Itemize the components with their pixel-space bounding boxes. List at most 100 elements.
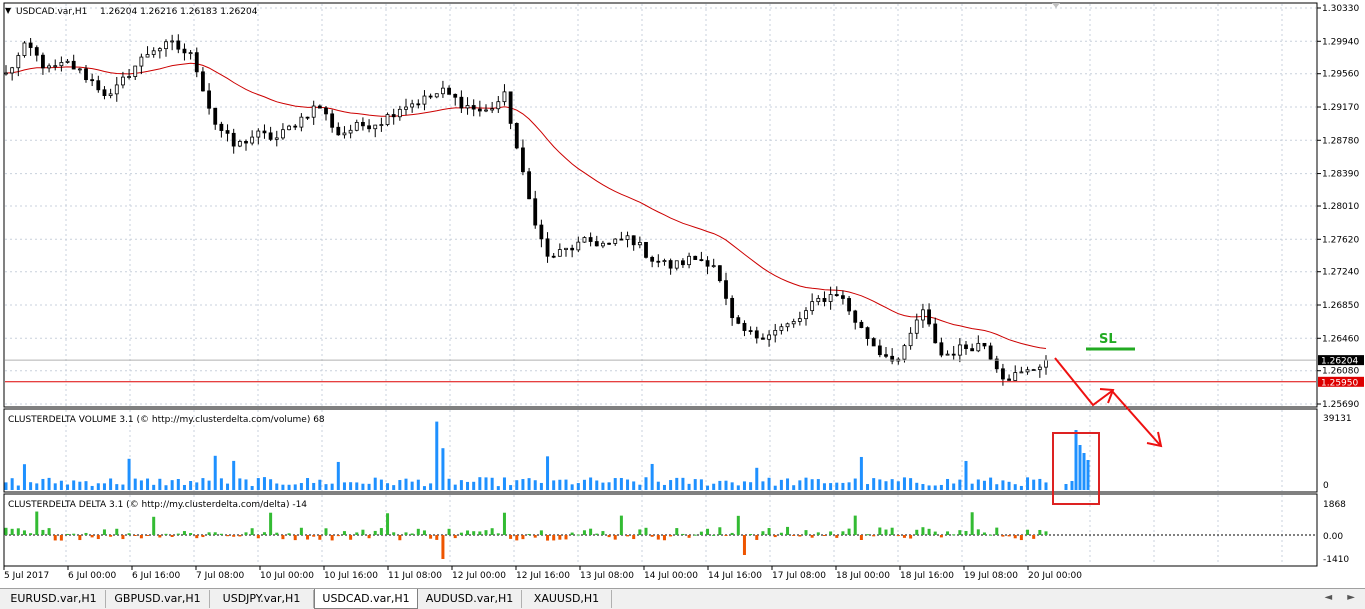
delta-bar-positive [786,526,790,535]
candle-body [847,298,851,312]
price-axis-label: 1.29170 [1322,103,1359,113]
volume-bar [527,478,531,490]
candle-body [576,241,581,251]
volume-bar [804,477,808,490]
volume-bar [946,478,950,490]
delta-bar-positive [342,531,346,535]
delta-bar-negative [139,535,143,539]
volume-bar [552,480,556,490]
tab-audusd[interactable]: AUDUSD.var,H1 [418,590,522,608]
volume-panel-title: CLUSTERDELTA VOLUME 3.1 (© http://my.clu… [8,415,325,425]
volume-bar [933,485,937,490]
delta-bar-positive [10,528,14,535]
tab-usdcad[interactable]: USDCAD.var,H1 [314,589,418,609]
candle-body [711,265,716,268]
volume-bar [41,478,45,490]
delta-bar-positive [502,512,506,535]
candle-body [822,298,827,302]
candle-body [976,342,981,352]
candle-body [810,301,815,312]
delta-bar-positive [404,532,408,535]
candle-body [637,241,642,246]
candle-body [1013,372,1018,381]
candle-body [521,147,525,173]
candle-body [914,319,919,334]
candle-body [791,321,796,325]
delta-bar-positive [761,531,765,535]
chart-canvas[interactable]: ▼ USDCAD.var,H1 1.26204 1.26216 1.26183 … [0,0,1365,588]
delta-bar-positive [847,528,851,535]
candle-body [53,65,58,68]
volume-bar [576,483,580,490]
delta-bar-negative [558,535,562,540]
delta-bar-positive [952,534,956,536]
candle-body [4,72,8,75]
volume-bar [712,483,716,490]
candle-body [687,255,691,266]
time-axis-label: 6 Jul 00:00 [68,571,117,581]
main-price-panel[interactable] [3,2,1318,408]
delta-bar-negative [872,535,876,537]
volume-tick-zero: 0 [1323,481,1329,491]
level-price-label: 1.25950 [1321,378,1358,388]
delta-bar-positive [250,528,254,535]
volume-bar [976,479,980,490]
volume-bar [324,484,328,490]
volume-bar [650,463,654,490]
delta-bar-negative [53,535,57,541]
tab-usdjpy[interactable]: USDJPY.var,H1 [210,590,314,608]
price-axis-label: 1.27620 [1322,235,1359,245]
candle-body [761,337,765,340]
tab-xauusd[interactable]: XAUUSD,H1 [522,590,612,608]
time-axis-label: 20 Jul 00:00 [1028,571,1082,581]
time-axis-label: 12 Jul 00:00 [452,571,506,581]
candle-body [84,68,88,81]
volume-bar [773,485,777,490]
tab-gbpusd[interactable]: GBPUSD.var,H1 [106,590,210,608]
delta-bar-positive [361,529,365,535]
candle-body [601,242,605,247]
delta-bar-negative [195,535,199,539]
delta-bar-positive [189,532,193,535]
candle-body [354,121,359,131]
tab-scroll-arrows-icon[interactable]: ◄ ► [1324,592,1361,603]
volume-bar [355,482,359,490]
delta-bar-positive [478,531,482,535]
volume-bar [509,485,513,490]
candle-body [545,238,550,257]
delta-tick-max: 1868 [1323,500,1346,510]
price-axis-label: 1.28010 [1322,202,1359,212]
delta-panel-title: CLUSTERDELTA DELTA 3.1 (© http://my.clus… [8,500,307,510]
candle-body [508,91,513,124]
volume-bar [816,479,820,490]
volume-bar [158,478,162,490]
delta-bar-positive [933,531,937,535]
volume-bar [521,479,525,490]
candle-body [1031,369,1036,371]
delta-bar-positive [182,531,186,535]
candle-body [939,342,944,356]
delta-bar-positive [4,527,8,535]
volume-bar [724,480,728,490]
candle-body [114,84,119,95]
tab-eurusd[interactable]: EURUSD.var,H1 [2,590,106,608]
candle-body [244,141,248,144]
candle-body [1037,366,1042,370]
price-axis-label: 1.30330 [1322,4,1359,14]
candle-body [330,113,335,128]
volume-bar [989,477,993,490]
volume-bar [921,484,925,490]
volume-bar [706,485,710,490]
delta-bar-positive [1044,531,1048,535]
candle-body [361,121,365,127]
delta-bar-positive [699,531,703,535]
delta-bar-positive [921,527,925,535]
volume-bar [441,448,445,490]
volume-bar [570,484,574,490]
volume-bar [779,479,783,490]
candle-body [570,247,575,251]
candle-body [853,310,858,323]
chart-menu-arrow-icon[interactable]: ▼ [5,6,12,15]
candle-body [410,103,415,108]
delta-bar-positive [392,532,396,535]
